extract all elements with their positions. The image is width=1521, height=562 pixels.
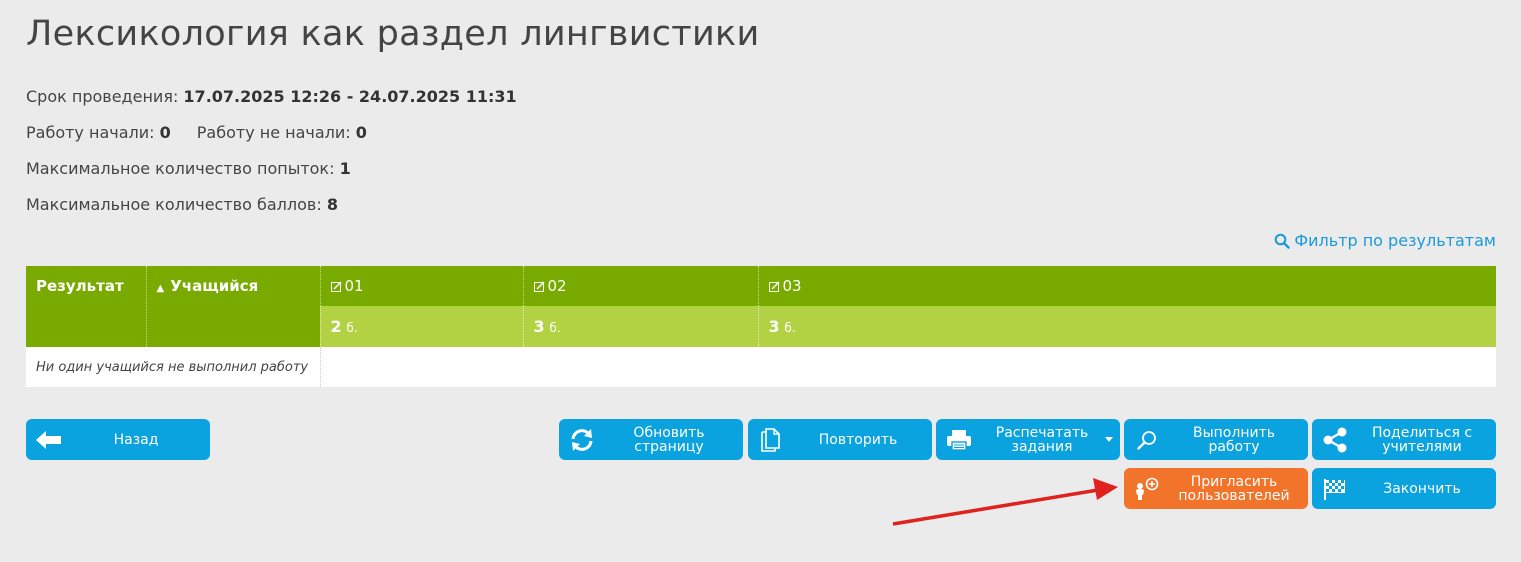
back-button[interactable]: Назад <box>26 419 210 460</box>
column-task-01[interactable]: 01 <box>319 266 523 306</box>
printer-icon <box>936 429 982 451</box>
refresh-button[interactable]: Обновить страницу <box>559 419 743 460</box>
progress-info: Работу начали: 0 Работу не начали: 0 <box>26 123 367 142</box>
column-student[interactable]: ▲ Учащийся <box>145 266 320 347</box>
results-table: Результат ▲ Учащийся 01 02 03 2 б. 3 б. 3… <box>26 266 1496 387</box>
empty-message: Ни один учащийся не выполнил работу <box>26 347 320 387</box>
not-started-count: 0 <box>355 123 367 142</box>
search-icon <box>1275 233 1291 249</box>
column-task-03[interactable]: 03 <box>757 266 1496 306</box>
table-row: Ни один учащийся не выполнил работу <box>26 347 1496 387</box>
print-tasks-button[interactable]: Распечатать задания <box>936 419 1120 460</box>
column-task-02[interactable]: 02 <box>522 266 758 306</box>
add-user-icon <box>1124 477 1170 501</box>
edit-icon <box>768 281 779 292</box>
share-with-teachers-button[interactable]: Поделиться с учителями <box>1312 419 1496 460</box>
page-title: Лексикология как раздел лингвистики <box>26 14 760 54</box>
invite-users-button[interactable]: Пригласить пользователей <box>1124 468 1308 509</box>
checkered-flag-icon <box>1312 477 1358 501</box>
chevron-down-icon[interactable] <box>1105 437 1113 442</box>
finish-button[interactable]: Закончить <box>1312 468 1496 509</box>
edit-icon <box>533 281 544 292</box>
max-points-value: 8 <box>326 195 338 214</box>
edit-icon <box>330 281 341 292</box>
task-02-points: 3 б. <box>522 306 758 347</box>
started-count: 0 <box>159 123 171 142</box>
period-value: 17.07.2025 12:26 - 24.07.2025 11:31 <box>183 87 517 106</box>
filter-results-link[interactable]: Фильтр по результатам <box>1274 231 1496 250</box>
max-attempts-info: Максимальное количество попыток: 1 <box>26 159 351 178</box>
task-01-points: 2 б. <box>319 306 523 347</box>
copy-icon <box>748 427 794 452</box>
column-result[interactable]: Результат <box>26 266 146 347</box>
share-icon <box>1312 427 1358 453</box>
repeat-button[interactable]: Повторить <box>748 419 932 460</box>
max-attempts-value: 1 <box>339 159 351 178</box>
arrow-left-icon <box>26 430 72 449</box>
sort-asc-icon: ▲ <box>156 283 165 294</box>
do-work-button[interactable]: Выполнить работу <box>1124 419 1308 460</box>
period-info: Срок проведения: 17.07.2025 12:26 - 24.0… <box>26 87 517 106</box>
task-03-points: 3 б. <box>757 306 1496 347</box>
max-points-info: Максимальное количество баллов: 8 <box>26 195 338 214</box>
search-icon <box>1124 430 1170 450</box>
refresh-icon <box>559 428 605 452</box>
